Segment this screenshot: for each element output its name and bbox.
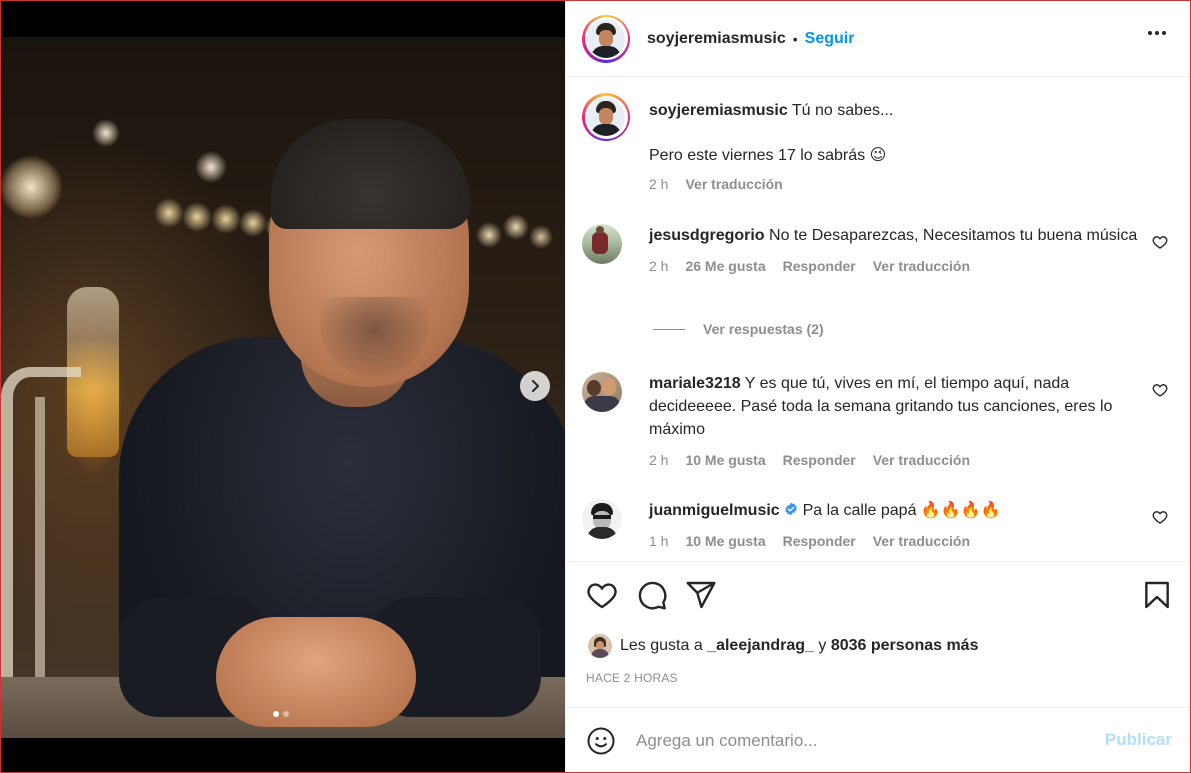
header-separator: • xyxy=(792,30,798,47)
comment-text: No te Desaparezcas, Necesitamos tu buena… xyxy=(769,227,1138,244)
likes-conjunction: y xyxy=(818,637,827,654)
post-header: soyjeremiasmusic • Seguir xyxy=(566,1,1190,77)
comment-translate-link[interactable]: Ver traducción xyxy=(873,255,970,278)
liker-username[interactable]: _aleejandrag_ xyxy=(707,637,814,655)
caption-username[interactable]: soyjeremiasmusic xyxy=(649,102,788,119)
likes-summary[interactable]: Les gusta a _aleejandrag_ y 8036 persona… xyxy=(588,634,978,658)
comment-time[interactable]: 1 h xyxy=(649,530,668,553)
author-username[interactable]: soyjeremiasmusic xyxy=(647,30,786,48)
comment-avatar[interactable] xyxy=(582,224,622,264)
comment-like-heart-icon[interactable] xyxy=(1152,509,1168,525)
comment-likes-count[interactable]: 10 Me gusta xyxy=(685,530,765,553)
carousel-dot xyxy=(283,711,289,717)
share-send-icon[interactable] xyxy=(685,579,717,611)
comment-like-heart-icon[interactable] xyxy=(1152,234,1168,250)
author-avatar-story-ring[interactable] xyxy=(582,14,630,63)
caption-avatar-ring[interactable] xyxy=(582,93,630,141)
caption-translate-link[interactable]: Ver traducción xyxy=(685,173,782,196)
post-panel: soyjeremiasmusic • Seguir soyjeremiasmus… xyxy=(565,1,1190,772)
chevron-right-icon xyxy=(532,380,539,392)
comment-username[interactable]: jesusdgregorio xyxy=(649,227,765,244)
comments-list[interactable]: soyjeremiasmusic Tú no sabes... Pero est… xyxy=(566,78,1190,562)
liker-avatar[interactable] xyxy=(588,634,612,658)
comment-likes-count[interactable]: 10 Me gusta xyxy=(685,449,765,472)
verified-badge-icon xyxy=(785,502,797,516)
post-timestamp[interactable]: HACE 2 HORAS xyxy=(586,671,678,685)
post-photo[interactable] xyxy=(1,37,565,738)
carousel-indicator xyxy=(273,711,289,717)
emoji-smiley-icon[interactable] xyxy=(586,726,616,756)
comment-username[interactable]: juanmiguelmusic xyxy=(649,502,780,519)
more-horizontal-icon[interactable] xyxy=(1148,31,1166,35)
author-avatar xyxy=(587,19,625,58)
publish-button[interactable]: Publicar xyxy=(1105,730,1172,750)
comment-translate-link[interactable]: Ver traducción xyxy=(873,530,970,553)
caption-avatar xyxy=(587,98,625,136)
comment-translate-link[interactable]: Ver traducción xyxy=(873,449,970,472)
background-chair xyxy=(1,367,81,697)
likes-prefix: Les gusta a xyxy=(620,637,703,654)
view-replies-label: Ver respuestas (2) xyxy=(703,321,824,337)
view-replies-button[interactable]: Ver respuestas (2) xyxy=(653,321,824,337)
comment-text: Pa la calle papá 🔥🔥🔥🔥 xyxy=(802,502,1001,519)
caption-time[interactable]: 2 h xyxy=(649,173,668,196)
caption-line-2: Pero este viernes 17 lo sabrás 😉 xyxy=(649,147,887,164)
person-hair xyxy=(271,119,471,229)
comment-time[interactable]: 2 h xyxy=(649,255,668,278)
comment-username[interactable]: mariale3218 xyxy=(649,375,741,392)
follow-button[interactable]: Seguir xyxy=(805,30,855,48)
caption-line-1: Tú no sabes... xyxy=(791,102,894,119)
carousel-dot-active xyxy=(273,711,279,717)
likes-others-count[interactable]: 8036 personas más xyxy=(831,637,979,655)
comment-reply-link[interactable]: Responder xyxy=(783,530,856,553)
add-comment-bar: Publicar xyxy=(566,707,1190,772)
comment-likes-count[interactable]: 26 Me gusta xyxy=(685,255,765,278)
comment-reply-link[interactable]: Responder xyxy=(783,255,856,278)
comment-input[interactable] xyxy=(636,726,1076,756)
comment-avatar[interactable] xyxy=(582,499,622,539)
comment-avatar[interactable] xyxy=(582,372,622,412)
like-heart-icon[interactable] xyxy=(586,579,618,611)
carousel-next-button[interactable] xyxy=(520,371,550,401)
replies-divider xyxy=(653,328,685,330)
comment-bubble-icon[interactable] xyxy=(636,579,668,611)
post-actions-bar xyxy=(566,563,1190,629)
instagram-post-window: soyjeremiasmusic • Seguir soyjeremiasmus… xyxy=(0,0,1191,773)
comment-like-heart-icon[interactable] xyxy=(1152,382,1168,398)
save-bookmark-icon[interactable] xyxy=(1141,579,1173,611)
comment-reply-link[interactable]: Responder xyxy=(783,449,856,472)
person-hands xyxy=(216,617,416,727)
post-media xyxy=(1,1,565,772)
comment-time[interactable]: 2 h xyxy=(649,449,668,472)
